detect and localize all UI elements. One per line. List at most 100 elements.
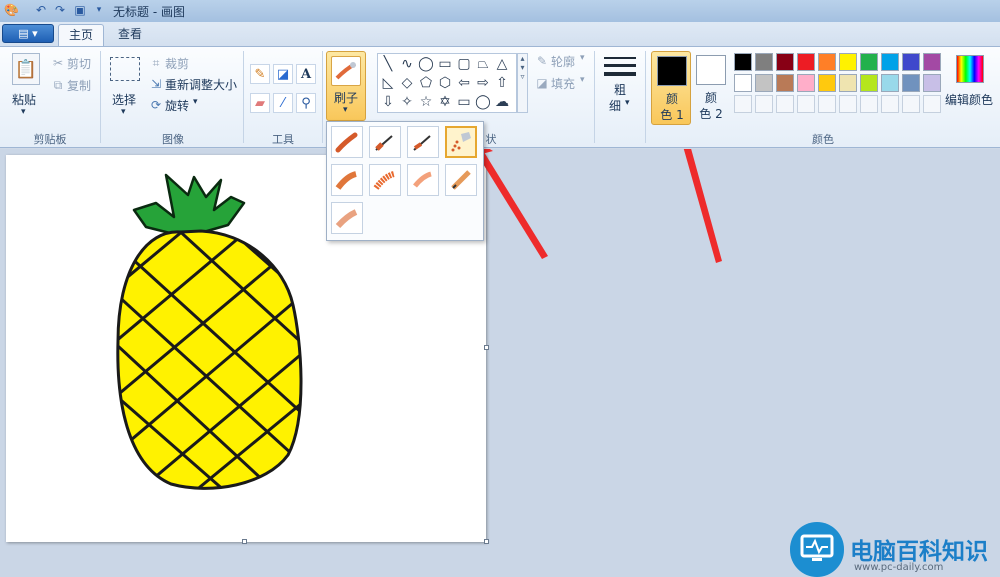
cloud-callout-shape-icon[interactable]: ☁ xyxy=(493,93,511,111)
shapes-scroll[interactable]: ▴ ▾ ▿ xyxy=(517,53,528,113)
color1-swatch xyxy=(657,56,687,86)
palette-color-swatch[interactable] xyxy=(923,53,941,71)
group-separator xyxy=(100,51,101,143)
clipboard-group-label: 剪贴板 xyxy=(33,133,67,146)
palette-custom-slot[interactable] xyxy=(902,95,920,113)
polygon-shape-icon[interactable]: ⏢ xyxy=(474,55,492,73)
brush-option-brush[interactable] xyxy=(331,126,363,158)
palette-color-swatch[interactable] xyxy=(776,53,794,71)
paint-app-icon[interactable]: 🎨 xyxy=(4,3,19,17)
palette-custom-slot[interactable] xyxy=(818,95,836,113)
palette-color-swatch[interactable] xyxy=(818,53,836,71)
palette-color-swatch[interactable] xyxy=(734,74,752,92)
up-arrow-shape-icon[interactable]: ⇧ xyxy=(493,74,511,92)
palette-color-swatch[interactable] xyxy=(881,74,899,92)
palette-custom-slot[interactable] xyxy=(839,95,857,113)
magnifier-icon[interactable]: ⚲ xyxy=(296,93,316,113)
cut-button[interactable]: 剪切 xyxy=(67,55,91,72)
four-point-star-shape-icon[interactable]: ✧ xyxy=(398,93,416,111)
brush-option-oil[interactable] xyxy=(331,164,363,196)
paste-dropdown-arrow[interactable]: ▾ xyxy=(21,107,26,117)
brushes-button[interactable]: 刷子 ▾ xyxy=(326,51,366,121)
color1-button[interactable]: 颜 色 1 xyxy=(651,51,691,125)
palette-custom-slot[interactable] xyxy=(881,95,899,113)
outline-button[interactable]: 轮廓 xyxy=(551,53,575,70)
palette-color-swatch[interactable] xyxy=(755,53,773,71)
resize-button[interactable]: 重新调整大小 xyxy=(165,76,237,93)
outline-dropdown-arrow[interactable]: ▾ xyxy=(580,53,585,63)
brush-option-calligraphy-2[interactable] xyxy=(407,126,439,158)
palette-color-swatch[interactable] xyxy=(902,53,920,71)
rotate-dropdown-arrow[interactable]: ▾ xyxy=(193,97,198,107)
palette-color-swatch[interactable] xyxy=(755,74,773,92)
palette-custom-slot[interactable] xyxy=(797,95,815,113)
palette-color-swatch[interactable] xyxy=(734,53,752,71)
palette-custom-slot[interactable] xyxy=(860,95,878,113)
rounded-callout-shape-icon[interactable]: ▭ xyxy=(455,93,473,111)
palette-color-swatch[interactable] xyxy=(881,53,899,71)
save-icon[interactable]: ▣ xyxy=(73,3,87,17)
tab-home[interactable]: 主页 xyxy=(58,24,105,46)
brush-option-watercolor[interactable] xyxy=(331,202,363,234)
palette-color-swatch[interactable] xyxy=(797,74,815,92)
text-tool-icon[interactable]: A xyxy=(296,64,316,84)
palette-color-swatch[interactable] xyxy=(902,74,920,92)
palette-color-swatch[interactable] xyxy=(818,74,836,92)
palette-color-swatch[interactable] xyxy=(776,74,794,92)
left-arrow-shape-icon[interactable]: ⇦ xyxy=(455,74,473,92)
curve-shape-icon[interactable]: ∿ xyxy=(398,55,416,73)
title-bar: 🎨 ↶ ↷ ▣ ▾ 无标题 - 画图 xyxy=(0,0,1000,22)
palette-color-swatch[interactable] xyxy=(797,53,815,71)
palette-color-swatch[interactable] xyxy=(839,74,857,92)
line-shape-icon[interactable]: ╲ xyxy=(379,55,397,73)
rounded-rectangle-shape-icon[interactable]: ▢ xyxy=(455,55,473,73)
select-dropdown-arrow[interactable]: ▾ xyxy=(121,107,126,117)
undo-icon[interactable]: ↶ xyxy=(34,3,48,17)
five-point-star-shape-icon[interactable]: ☆ xyxy=(417,93,435,111)
fill-dropdown-arrow[interactable]: ▾ xyxy=(580,75,585,85)
pencil-icon[interactable]: ✎ xyxy=(250,64,270,84)
palette-color-swatch[interactable] xyxy=(923,74,941,92)
palette-custom-slot[interactable] xyxy=(755,95,773,113)
palette-custom-slot[interactable] xyxy=(734,95,752,113)
select-icon[interactable] xyxy=(110,57,140,81)
paste-icon[interactable]: 📋 xyxy=(12,53,40,85)
oval-callout-shape-icon[interactable]: ◯ xyxy=(474,93,492,111)
brush-option-calligraphy-1[interactable] xyxy=(369,126,401,158)
palette-custom-slot[interactable] xyxy=(776,95,794,113)
rotate-button[interactable]: 旋转 xyxy=(165,97,189,114)
oval-shape-icon[interactable]: ◯ xyxy=(417,55,435,73)
fill-button[interactable]: 填充 xyxy=(551,75,575,92)
eraser-icon[interactable]: ▰ xyxy=(250,93,270,113)
tab-view[interactable]: 查看 xyxy=(108,24,152,46)
palette-color-swatch[interactable] xyxy=(860,74,878,92)
file-menu-button[interactable]: ▤ ▾ xyxy=(2,24,54,43)
palette-color-swatch[interactable] xyxy=(839,53,857,71)
triangle-shape-icon[interactable]: △ xyxy=(493,55,511,73)
paste-button[interactable]: 粘贴 xyxy=(12,91,36,108)
down-arrow-shape-icon[interactable]: ⇩ xyxy=(379,93,397,111)
color-picker-icon[interactable]: ⁄ xyxy=(273,93,293,113)
brush-option-natural-pencil[interactable] xyxy=(445,164,477,196)
brush-option-crayon[interactable] xyxy=(369,164,401,196)
palette-color-swatch[interactable] xyxy=(860,53,878,71)
brush-option-marker[interactable] xyxy=(407,164,439,196)
six-point-star-shape-icon[interactable]: ✡ xyxy=(436,93,454,111)
size-button[interactable]: 粗 细 ▾ xyxy=(600,53,640,123)
diamond-shape-icon[interactable]: ◇ xyxy=(398,74,416,92)
pentagon-shape-icon[interactable]: ⬠ xyxy=(417,74,435,92)
brush-option-airbrush[interactable] xyxy=(445,126,477,158)
right-arrow-shape-icon[interactable]: ⇨ xyxy=(474,74,492,92)
hexagon-shape-icon[interactable]: ⬡ xyxy=(436,74,454,92)
palette-custom-slot[interactable] xyxy=(923,95,941,113)
crop-button[interactable]: 裁剪 xyxy=(165,55,189,72)
fill-bucket-icon[interactable]: ◪ xyxy=(273,64,293,84)
color2-button[interactable]: 颜 色 2 xyxy=(691,51,731,125)
select-button[interactable]: 选择 xyxy=(112,91,136,108)
rectangle-shape-icon[interactable]: ▭ xyxy=(436,55,454,73)
redo-icon[interactable]: ↷ xyxy=(53,3,67,17)
customize-quick-access-icon[interactable]: ▾ xyxy=(92,3,106,17)
right-triangle-shape-icon[interactable]: ◺ xyxy=(379,74,397,92)
edit-colors-button[interactable]: 编辑颜色 xyxy=(945,53,995,123)
copy-button[interactable]: 复制 xyxy=(67,77,91,94)
